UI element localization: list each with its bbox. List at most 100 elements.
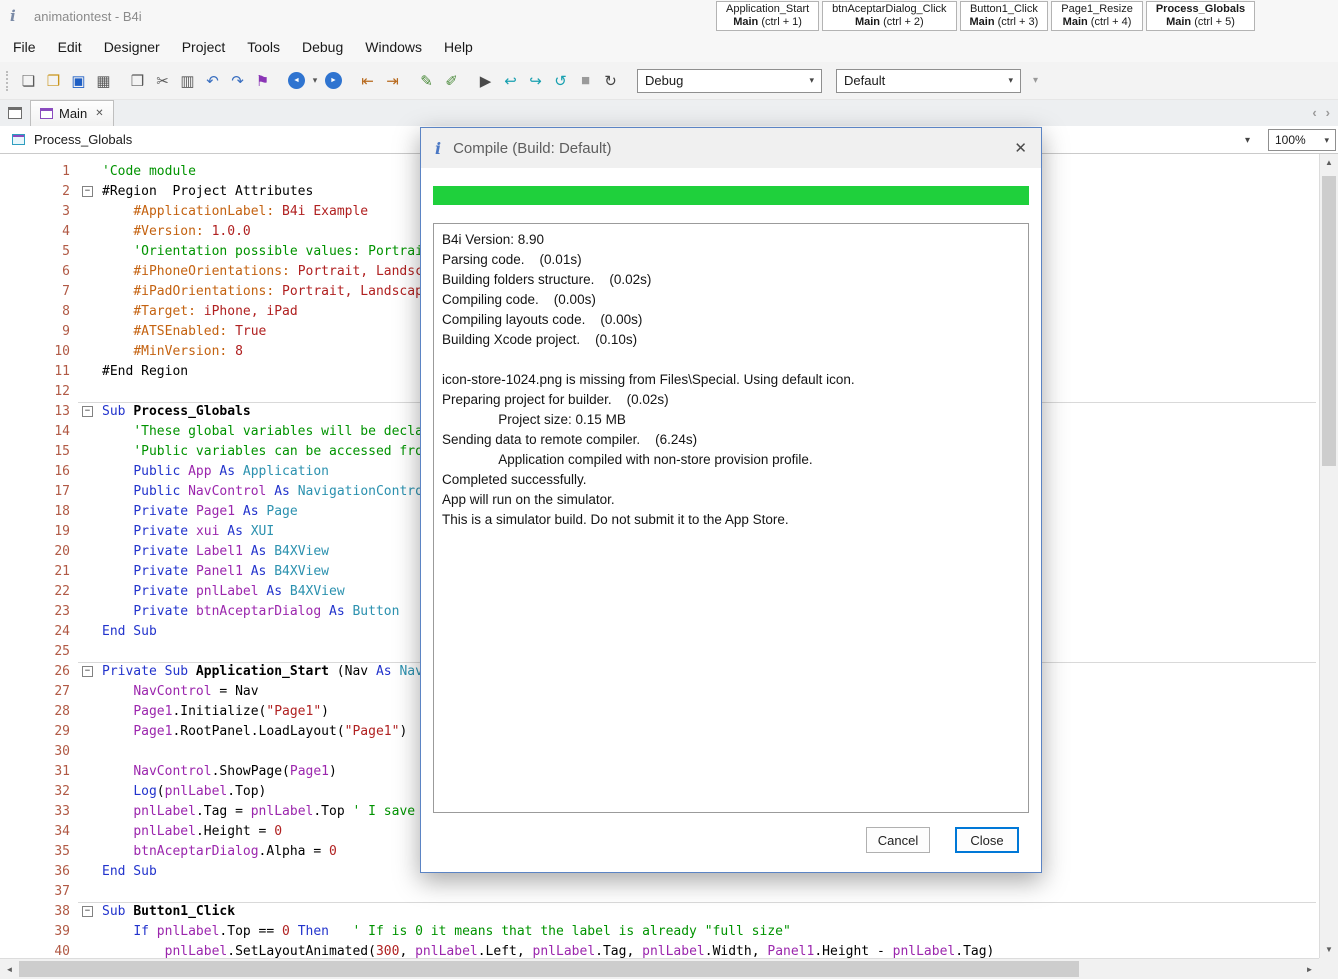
redo-button[interactable]: ↷ — [225, 68, 250, 93]
log-line: Sending data to remote compiler. (6.24s) — [442, 430, 1020, 450]
line-number: 28 — [0, 702, 78, 722]
scroll-up-icon[interactable]: ▲ — [1320, 154, 1338, 171]
step-out-button[interactable]: ↺ — [548, 68, 573, 93]
step-over-button[interactable]: ↪ — [523, 68, 548, 93]
jump-tab-page1_resize[interactable]: Page1_ResizeMain (ctrl + 4) — [1051, 1, 1143, 31]
code-line: 40 pnlLabel.SetLayoutAnimated(300, pnlLa… — [0, 942, 1338, 958]
cut-button[interactable]: ✂ — [150, 68, 175, 93]
tab-scroll-controls: ‹ › — [1312, 105, 1330, 120]
jump-tab-btnaceptardialog_click[interactable]: btnAceptarDialog_ClickMain (ctrl + 2) — [822, 1, 956, 31]
step-into-button[interactable]: ↩ — [498, 68, 523, 93]
dialog-buttons: Cancel Close — [433, 827, 1029, 853]
restart-button[interactable]: ↻ — [598, 68, 623, 93]
log-line: App will run on the simulator. — [442, 490, 1020, 510]
indent-button[interactable]: ⇥ — [380, 68, 405, 93]
menu-edit[interactable]: Edit — [47, 34, 93, 60]
line-number: 5 — [0, 242, 78, 262]
code-line: 39 If pnlLabel.Top == 0 Then ' If is 0 i… — [0, 922, 1338, 942]
outdent-button[interactable]: ⇤ — [355, 68, 380, 93]
dialog-close-icon[interactable]: ✕ — [1014, 139, 1027, 157]
build-configuration-dropdown[interactable]: Debug ▾ — [637, 69, 822, 93]
run-button[interactable]: ▶ — [473, 68, 498, 93]
toolbar-overflow-button[interactable]: ▾ — [1033, 75, 1038, 86]
build-action-dropdown[interactable]: Default ▾ — [836, 69, 1021, 93]
scroll-right-icon[interactable]: ► — [1301, 961, 1318, 977]
window-title: animationtest - B4i — [34, 9, 142, 24]
code-line: 37 — [0, 882, 1338, 902]
log-line: This is a simulator build. Do not submit… — [442, 510, 1020, 530]
log-line: Compiling code. (0.00s) — [442, 290, 1020, 310]
code-line: 38−Sub Button1_Click — [0, 902, 1338, 922]
close-tab-icon[interactable]: ✕ — [95, 108, 103, 119]
line-number: 39 — [0, 922, 78, 942]
toolbar-grip-icon — [6, 71, 11, 91]
stop-button[interactable]: ■ — [573, 68, 598, 93]
new-button[interactable]: ❏ — [16, 68, 41, 93]
back-history-dropdown[interactable]: ▾ — [309, 68, 321, 93]
jump-tab-process_globals[interactable]: Process_GlobalsMain (ctrl + 5) — [1146, 1, 1255, 31]
horizontal-scrollbar[interactable]: ◄ ► — [0, 958, 1319, 979]
window-list-icon[interactable] — [8, 107, 22, 119]
undo-button[interactable]: ↶ — [200, 68, 225, 93]
compile-progress-fill — [433, 186, 1029, 205]
toolbar-icons: ❏❐▣▦ ❒✂▥↶↷⚑ ◄▾► ⇤⇥ ✎✐ ▶↩↪↺■↻ — [16, 68, 623, 93]
line-number: 26 — [0, 662, 78, 682]
vertical-scrollbar[interactable]: ▲ ▼ — [1319, 154, 1338, 958]
menu-help[interactable]: Help — [433, 34, 484, 60]
tab-main[interactable]: Main ✕ — [30, 100, 114, 126]
zoom-dropdown[interactable]: 100% ▾ — [1268, 129, 1336, 151]
fold-toggle-icon[interactable]: − — [82, 906, 93, 917]
save-button[interactable]: ▣ — [66, 68, 91, 93]
scroll-down-icon[interactable]: ▼ — [1320, 941, 1338, 958]
line-number: 22 — [0, 582, 78, 602]
compile-log: B4i Version: 8.90Parsing code. (0.01s)Bu… — [433, 223, 1029, 813]
cancel-button[interactable]: Cancel — [866, 827, 930, 853]
event-jump-tabs: Application_StartMain (ctrl + 1)btnAcept… — [716, 1, 1255, 31]
copy-button[interactable]: ❒ — [125, 68, 150, 93]
line-number: 8 — [0, 302, 78, 322]
line-number: 36 — [0, 862, 78, 882]
fold-toggle-icon[interactable]: − — [82, 186, 93, 197]
scroll-left-icon[interactable]: ◄ — [1, 961, 18, 977]
info-icon: i — [435, 139, 441, 158]
comment-button[interactable]: ✎ — [414, 68, 439, 93]
tab-scroll-left-icon[interactable]: ‹ — [1312, 105, 1316, 120]
dialog-title: Compile (Build: Default) — [453, 140, 611, 157]
menu-windows[interactable]: Windows — [354, 34, 433, 60]
line-number: 27 — [0, 682, 78, 702]
fold-toggle-icon[interactable]: − — [82, 406, 93, 417]
log-line: Completed successfully. — [442, 470, 1020, 490]
navigate-back-button[interactable]: ◄ — [288, 72, 305, 89]
line-number: 35 — [0, 842, 78, 862]
form-icon — [40, 108, 53, 119]
line-number: 30 — [0, 742, 78, 762]
tab-scroll-right-icon[interactable]: › — [1326, 105, 1330, 120]
line-number: 18 — [0, 502, 78, 522]
log-line: Application compiled with non-store prov… — [442, 450, 1020, 470]
line-number: 19 — [0, 522, 78, 542]
navigate-forward-button[interactable]: ► — [325, 72, 342, 89]
paste-button[interactable]: ▥ — [175, 68, 200, 93]
uncomment-button[interactable]: ✐ — [439, 68, 464, 93]
log-line — [442, 350, 1020, 370]
horizontal-scrollbar-thumb[interactable] — [19, 961, 1079, 977]
designer-button[interactable]: ▦ — [91, 68, 116, 93]
log-line: Parsing code. (0.01s) — [442, 250, 1020, 270]
bookmark-button[interactable]: ⚑ — [250, 68, 275, 93]
menu-project[interactable]: Project — [171, 34, 237, 60]
jump-tab-application_start[interactable]: Application_StartMain (ctrl + 1) — [716, 1, 819, 31]
menu-tools[interactable]: Tools — [236, 34, 291, 60]
vertical-scrollbar-thumb[interactable] — [1322, 176, 1336, 466]
log-line: B4i Version: 8.90 — [442, 230, 1020, 250]
open-button[interactable]: ❐ — [41, 68, 66, 93]
menu-designer[interactable]: Designer — [93, 34, 171, 60]
line-number: 16 — [0, 462, 78, 482]
menu-debug[interactable]: Debug — [291, 34, 354, 60]
fold-toggle-icon[interactable]: − — [82, 666, 93, 677]
jump-tab-button1_click[interactable]: Button1_ClickMain (ctrl + 3) — [960, 1, 1049, 31]
app-icon: i — [10, 7, 26, 25]
sub-dropdown-caret-icon[interactable]: ▾ — [1245, 135, 1250, 146]
line-number: 33 — [0, 802, 78, 822]
close-button[interactable]: Close — [955, 827, 1019, 853]
menu-file[interactable]: File — [2, 34, 47, 60]
